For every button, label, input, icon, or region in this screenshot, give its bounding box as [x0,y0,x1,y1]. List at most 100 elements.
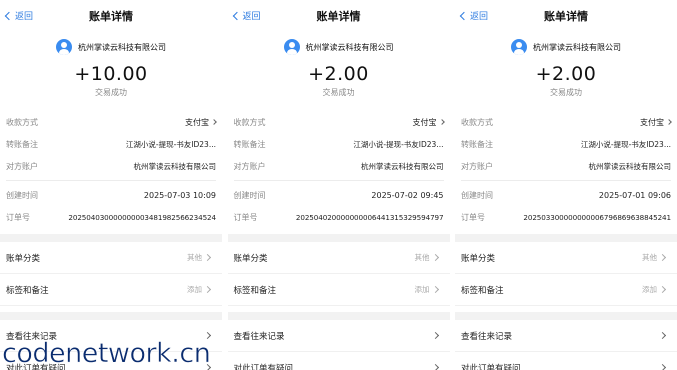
chevron-right-icon [203,331,212,340]
order-question-label: 对此订单有疑问 [233,363,294,370]
order-no-label: 订单号 [233,212,258,222]
divider [6,180,216,181]
created-time-row: 创建时间 2025-07-01 09:06 [455,184,677,206]
chevron-right-icon [658,285,667,294]
counterparty-row: 对方账户 杭州掌读云科技有限公司 [228,155,450,177]
view-history-label: 查看往来记录 [233,331,285,342]
created-time-value: 2025-07-01 09:06 [598,190,671,200]
chevron-right-icon [438,119,445,125]
created-time-row: 创建时间 2025-07-02 09:45 [228,184,450,206]
payment-method-row[interactable]: 收款方式 支付宝 [455,111,677,133]
bill-category-row[interactable]: 账单分类 其他 [455,242,677,274]
transaction-status: 交易成功 [95,88,127,97]
section-gap [455,312,677,320]
counterparty-label: 对方账户 [461,161,493,171]
chevron-right-icon [666,119,672,125]
created-time-label: 创建时间 [233,190,266,200]
chevron-right-icon [431,363,439,370]
view-history-label: 查看往来记录 [461,331,513,342]
bill-category-row[interactable]: 账单分类 其他 [227,242,450,274]
tags-notes-row[interactable]: 标签和备注 添加 [227,274,450,306]
order-no-value: 202504020000000006441315329594797 [295,212,444,222]
view-history-row[interactable]: 查看往来记录 [0,320,222,352]
order-question-row[interactable]: 对此订单有疑问 [228,352,450,370]
order-no-row: 订单号 202504020000000006441315329594797 [228,206,450,228]
tags-notes-label: 标签和备注 [233,285,277,296]
detail-list: 收款方式 支付宝 转账备注 江湖小说-提现-书友ID23... 对方账户 杭州掌… [228,111,450,228]
payment-method-row[interactable]: 收款方式 支付宝 [0,111,222,133]
page-title: 账单详情 [544,10,588,23]
merchant-name: 杭州掌读云科技有限公司 [305,42,394,52]
created-time-row: 创建时间 2025-07-03 10:09 [0,184,222,206]
created-time-label: 创建时间 [461,190,493,200]
transfer-note-value: 江湖小说-提现-书友ID23... [125,139,216,149]
counterparty-row: 对方账户 杭州掌读云科技有限公司 [455,155,677,177]
transaction-amount: +2.00 [308,63,369,85]
section-gap [0,234,222,242]
order-no-row: 订单号 202504030000000003481982566234524 [0,206,222,228]
created-time-value: 2025-07-03 10:09 [143,190,216,200]
order-question-row[interactable]: 对此订单有疑问 [455,352,677,370]
view-history-row[interactable]: 查看往来记录 [227,320,450,352]
section-gap [455,234,677,242]
transfer-note-row: 转账备注 江湖小说-提现-书友ID23... [228,133,450,155]
order-no-label: 订单号 [461,212,485,222]
order-no-row: 订单号 202503300000000006796869638845241 [455,206,677,228]
tags-notes-row[interactable]: 标签和备注 添加 [0,274,222,306]
transfer-note-row: 转账备注 江湖小说-提现-书友ID23... [455,133,677,155]
counterparty-value: 杭州掌读云科技有限公司 [361,161,444,171]
order-question-row[interactable]: 对此订单有疑问 [0,352,222,370]
transfer-note-label: 转账备注 [461,139,493,149]
order-no-value: 202504030000000003481982566234524 [68,212,216,222]
merchant-header: 杭州掌读云科技有限公司 [455,38,677,56]
bill-detail-screen-3: 返回 账单详情 杭州掌读云科技有限公司 +2.00 交易成功 收款方式 支付宝 … [455,0,677,370]
screens-container: 返回 账单详情 杭州掌读云科技有限公司 +10.00 交易成功 收款方式 支付宝… [0,0,677,370]
order-no-value: 202503300000000006796869638845241 [523,212,671,222]
chevron-right-icon [431,285,439,294]
bill-category-row[interactable]: 账单分类 其他 [0,242,222,274]
transaction-amount: +10.00 [74,63,148,85]
bill-category-value: 其他 [642,252,667,263]
page-title: 账单详情 [316,10,361,23]
divider [233,180,444,181]
section-gap [227,312,450,320]
detail-list: 收款方式 支付宝 转账备注 江湖小说-提现-书友ID23... 对方账户 杭州掌… [0,111,222,228]
tags-notes-value: 添加 [187,284,212,295]
tags-notes-value: 添加 [415,284,439,295]
chevron-right-icon [658,363,667,370]
bill-category-value: 其他 [187,252,212,263]
order-question-label: 对此订单有疑问 [6,363,66,370]
merchant-header: 杭州掌读云科技有限公司 [0,38,222,56]
divider [461,180,671,181]
tags-notes-label: 标签和备注 [6,285,49,296]
counterparty-label: 对方账户 [233,161,266,171]
user-avatar-icon [56,39,72,55]
transfer-note-label: 转账备注 [233,139,266,149]
counterparty-value: 杭州掌读云科技有限公司 [133,161,217,171]
chevron-right-icon [658,331,667,340]
transaction-status: 交易成功 [550,88,582,97]
chevron-right-icon [203,363,212,370]
transaction-status: 交易成功 [322,88,355,97]
view-history-row[interactable]: 查看往来记录 [455,320,677,352]
tags-notes-row[interactable]: 标签和备注 添加 [455,274,677,306]
merchant-name: 杭州掌读云科技有限公司 [533,42,621,52]
payment-method-value: 支付宝 [185,117,217,128]
section-gap [0,312,222,320]
payment-method-value: 支付宝 [413,117,445,128]
detail-list: 收款方式 支付宝 转账备注 江湖小说-提现-书友ID23... 对方账户 杭州掌… [455,111,677,228]
counterparty-value: 杭州掌读云科技有限公司 [588,161,672,171]
chevron-right-icon [658,253,667,262]
nav-bar: 返回 账单详情 [455,0,677,30]
payment-method-row[interactable]: 收款方式 支付宝 [228,111,450,133]
nav-bar: 返回 账单详情 [228,0,450,30]
bill-detail-screen-2: 返回 账单详情 杭州掌读云科技有限公司 +2.00 交易成功 收款方式 支付宝 … [227,0,450,370]
transfer-note-value: 江湖小说-提现-书友ID23... [580,139,671,149]
bill-category-label: 账单分类 [6,253,41,264]
nav-bar: 返回 账单详情 [0,0,222,30]
payment-method-label: 收款方式 [461,117,493,127]
view-history-label: 查看往来记录 [6,331,58,342]
user-avatar-icon [511,39,527,55]
payment-method-label: 收款方式 [233,117,266,127]
merchant-header: 杭州掌读云科技有限公司 [228,38,450,56]
